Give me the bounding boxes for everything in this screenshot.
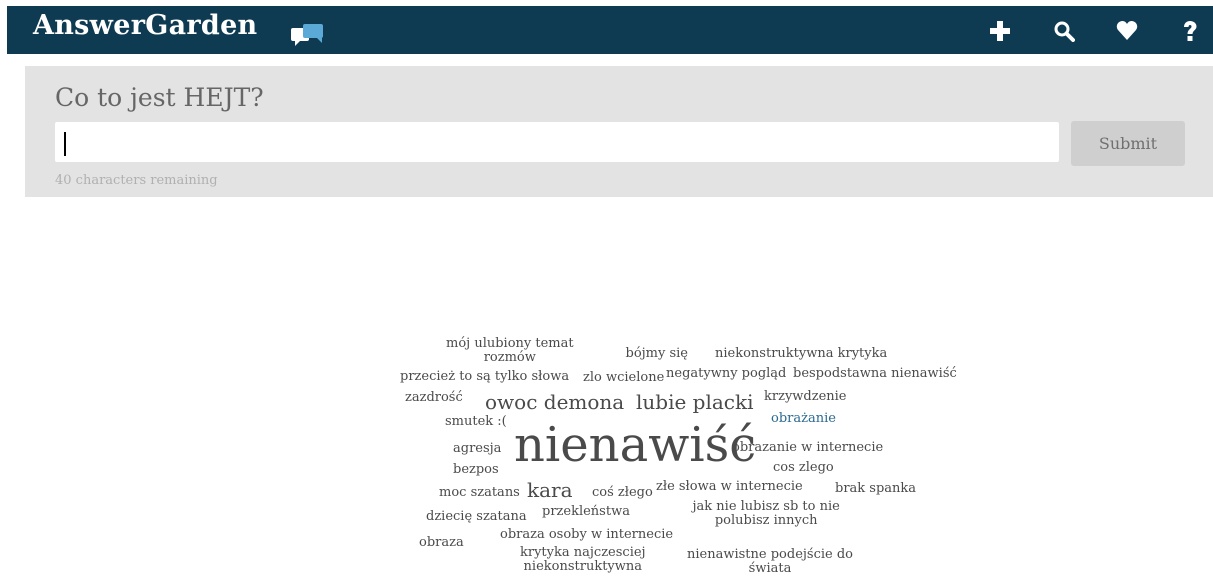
cloud-word[interactable]: przekleństwa bbox=[542, 505, 630, 518]
cloud-word[interactable]: złe słowa w internecie bbox=[656, 480, 803, 493]
cloud-word[interactable]: bójmy się bbox=[626, 347, 689, 360]
cloud-word[interactable]: krzywdzenie bbox=[764, 390, 847, 403]
cloud-word[interactable]: smutek :( bbox=[445, 415, 507, 428]
cloud-word[interactable]: przecież to są tylko słowa bbox=[400, 370, 569, 383]
cloud-word[interactable]: obraza bbox=[419, 536, 464, 549]
cloud-word[interactable]: krytyka najczesciej niekonstruktywna bbox=[520, 546, 646, 573]
cloud-word[interactable]: coś złego bbox=[592, 486, 653, 499]
cloud-word[interactable]: jak nie lubisz sb to nie polubisz innych bbox=[693, 500, 840, 527]
answer-word-cloud: mój ulubiony temat rozmów bójmy się niekons… bbox=[0, 0, 1213, 586]
cloud-word[interactable]: dziecię szatana bbox=[426, 510, 527, 523]
cloud-word[interactable]: owoc demona bbox=[485, 392, 624, 412]
cloud-word[interactable]: moc szatans bbox=[439, 486, 520, 499]
cloud-word[interactable]: niekonstruktywna krytyka bbox=[715, 347, 887, 360]
cloud-word[interactable]: lubie placki bbox=[636, 392, 754, 412]
cloud-word[interactable]: bespodstawna nienawiść bbox=[793, 367, 957, 380]
cloud-word[interactable]: agresja bbox=[453, 442, 501, 455]
cloud-word[interactable]: zazdrość bbox=[405, 391, 463, 404]
cloud-word[interactable]: bezpos bbox=[453, 463, 499, 476]
cloud-word[interactable]: kara bbox=[527, 480, 573, 500]
cloud-word[interactable]: brak spanka bbox=[835, 482, 916, 495]
cloud-word[interactable]: zlo wcielone bbox=[583, 371, 664, 384]
cloud-word[interactable]: negatywny pogląd bbox=[666, 367, 786, 380]
cloud-word[interactable]: mój ulubiony temat rozmów bbox=[446, 337, 574, 364]
cloud-word[interactable]: nienawiść bbox=[514, 421, 756, 469]
cloud-word[interactable]: obraza osoby w internecie bbox=[500, 528, 673, 541]
cloud-word[interactable]: obrażanie bbox=[771, 412, 836, 425]
cloud-word[interactable]: cos zlego bbox=[773, 461, 834, 474]
cloud-word[interactable]: obrazanie w internecie bbox=[732, 441, 883, 454]
cloud-word[interactable]: nienawistne podejście do świata bbox=[687, 548, 853, 575]
